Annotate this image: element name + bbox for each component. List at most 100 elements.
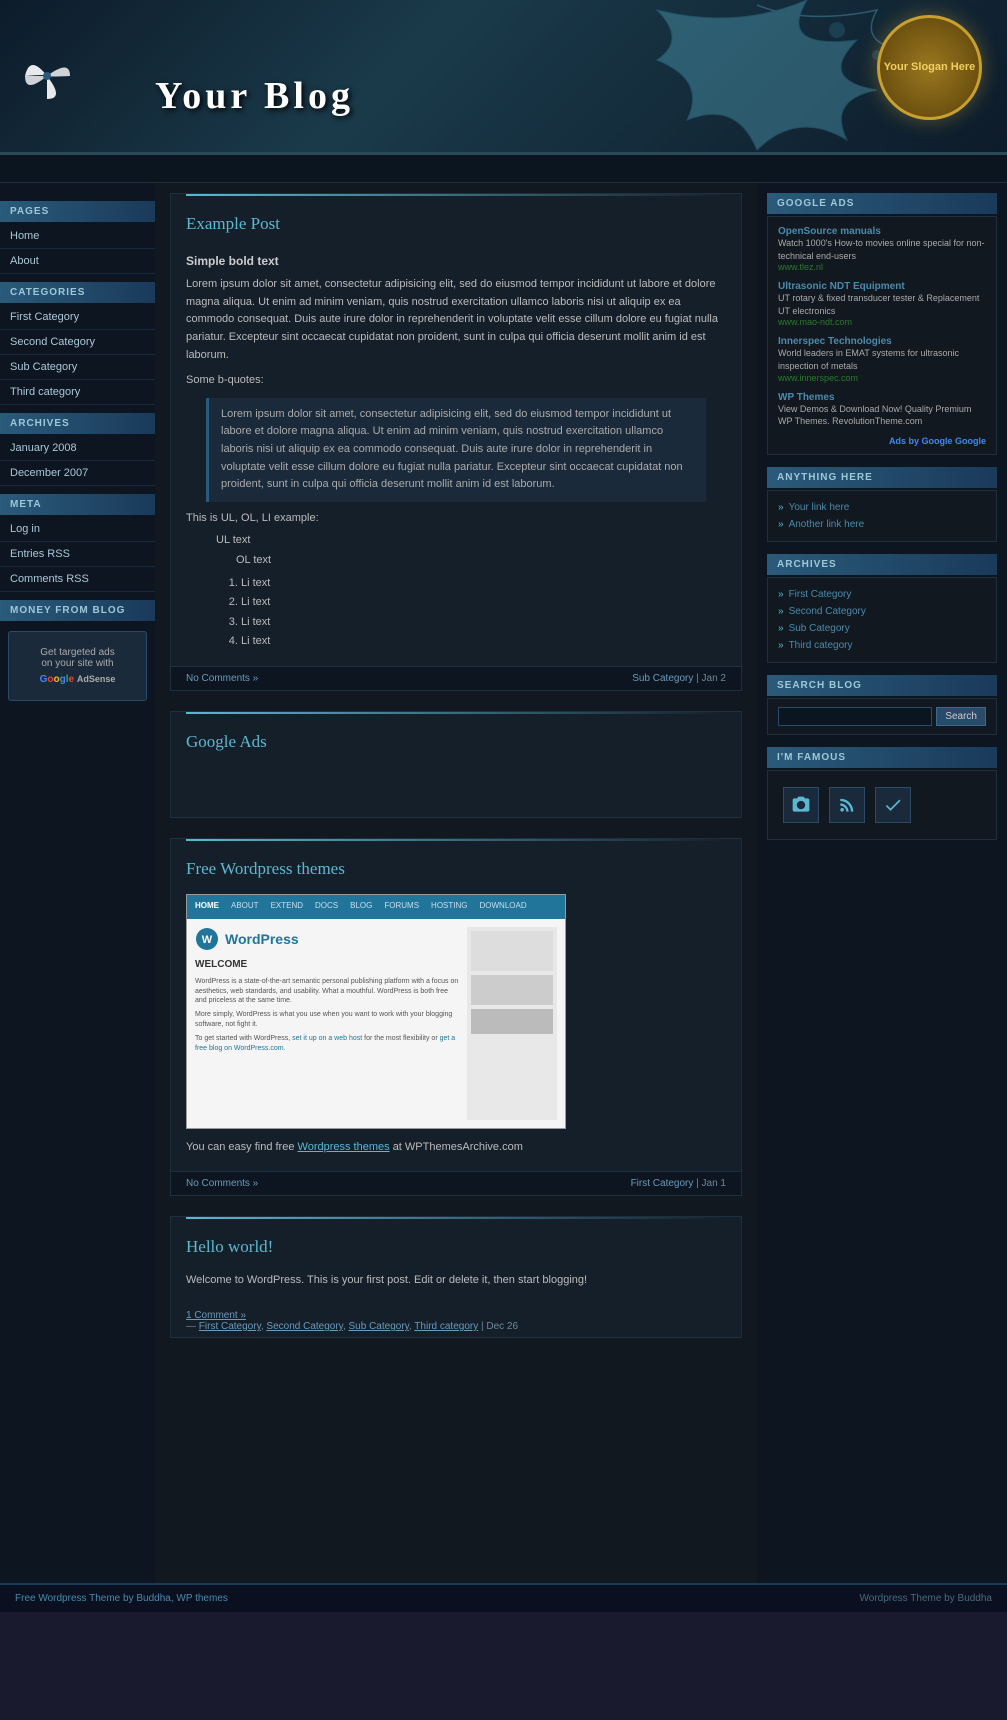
ad-link-2[interactable]: Ultrasonic NDT Equipment <box>778 281 905 292</box>
widget-search-header: SEARCH BLOG <box>767 675 997 696</box>
search-button[interactable]: Search <box>936 707 986 726</box>
wp-themes-link[interactable]: Wordpress themes <box>298 1141 390 1153</box>
sidebar-item-dec-2007[interactable]: December 2007 <box>0 461 155 486</box>
post-tag-second[interactable]: Second Category <box>266 1321 343 1332</box>
post-wp-title[interactable]: Free Wordpress themes <box>171 849 741 884</box>
logo-icon <box>20 49 75 104</box>
site-title: Your Blog <box>85 34 354 118</box>
footer-left: Free Wordpress Theme by Buddha, WP theme… <box>15 1593 228 1604</box>
archive-link-1[interactable]: First Category <box>789 589 852 600</box>
post-wp-content: HOME ABOUT EXTEND DOCS BLOG FORUMS HOSTI… <box>171 884 741 1172</box>
archive-item-3: Sub Category <box>778 620 986 637</box>
widget-google-ads-header: GOOGLE ADS <box>767 193 997 214</box>
sidebar-item-home[interactable]: Home <box>0 224 155 249</box>
post-comments-link[interactable]: No Comments » <box>186 673 258 684</box>
post-google-ads: Google Ads <box>170 711 742 818</box>
post-hw-content: Welcome to WordPress. This is your first… <box>171 1262 741 1305</box>
ad-item-3: Innerspec Technologies World leaders in … <box>778 335 986 382</box>
archives-section-header: ARCHIVES <box>0 413 155 434</box>
sidebar-item-second-category[interactable]: Second Category <box>0 330 155 355</box>
post-category-link[interactable]: Sub Category <box>632 673 693 684</box>
sidebar-item-third-category[interactable]: Third category <box>0 380 155 405</box>
site-header: Your Blog Your Slogan Here <box>0 0 1007 155</box>
post-wp-comments[interactable]: No Comments » <box>186 1178 258 1189</box>
sidebar-item-comments-rss[interactable]: Comments RSS <box>0 567 155 592</box>
archive-link-4[interactable]: Third category <box>789 640 853 651</box>
search-row: Search <box>778 707 986 726</box>
ad-desc-4: View Demos & Download Now! Quality Premi… <box>778 403 986 428</box>
li-item-2: Li text <box>241 594 726 612</box>
ad-link-4[interactable]: WP Themes <box>778 392 835 403</box>
widget-archives: ARCHIVES First Category Second Category … <box>767 554 997 663</box>
archive-link-2[interactable]: Second Category <box>789 606 866 617</box>
widget-search-content: Search <box>767 698 997 735</box>
post-example-title[interactable]: Example Post <box>171 204 741 239</box>
widget-archives-header: ARCHIVES <box>767 554 997 575</box>
post-example-footer: No Comments » Sub Category | Jan 2 <box>171 666 741 690</box>
ad-url-3: www.innerspec.com <box>778 373 986 383</box>
archive-link-3[interactable]: Sub Category <box>789 623 850 634</box>
post-tag-first[interactable]: First Category <box>199 1321 261 1332</box>
ad-link-3[interactable]: Innerspec Technologies <box>778 336 892 347</box>
post-bquotes-label: Some b-quotes: <box>186 372 726 390</box>
post-wp-cat-date: First Category | Jan 1 <box>631 1178 726 1189</box>
post-tag-sub[interactable]: Sub Category <box>349 1321 409 1332</box>
post-ads-title: Google Ads <box>171 722 741 757</box>
ad-item-2: Ultrasonic NDT Equipment UT rotary & fix… <box>778 280 986 327</box>
widget-link-2: Another link here <box>778 516 986 533</box>
ad-url-2: www.mao-ndt.com <box>778 317 986 327</box>
ads-placeholder <box>186 757 726 807</box>
sidebar-item-sub-category[interactable]: Sub Category <box>0 355 155 380</box>
post-body1: Lorem ipsum dolor sit amet, consectetur … <box>186 276 726 364</box>
post-example: Example Post Simple bold text Lorem ipsu… <box>170 193 742 691</box>
main-content: Example Post Simple bold text Lorem ipsu… <box>155 183 757 1583</box>
post-wp-body: You can easy find free Wordpress themes … <box>186 1139 726 1157</box>
sidebar-item-entries-rss[interactable]: Entries RSS <box>0 542 155 567</box>
site-footer: Free Wordpress Theme by Buddha, WP theme… <box>0 1583 1007 1612</box>
widget-famous-content <box>767 770 997 840</box>
widget-link-2-text[interactable]: Another link here <box>789 519 865 530</box>
sidebar-item-about[interactable]: About <box>0 249 155 274</box>
adsense-line2: on your site with <box>17 658 138 669</box>
footer-link[interactable]: Free Wordpress Theme by Buddha, WP theme… <box>15 1593 228 1604</box>
widget-famous-header: I'M FAMOUS <box>767 747 997 768</box>
post-tag-third[interactable]: Third category <box>414 1321 478 1332</box>
sidebar-item-jan-2008[interactable]: January 2008 <box>0 436 155 461</box>
adsense-line1: Get targeted ads <box>17 647 138 658</box>
archive-item-1: First Category <box>778 586 986 603</box>
right-sidebar: GOOGLE ADS OpenSource manuals Watch 1000… <box>757 183 1007 1583</box>
famous-icon-camera[interactable] <box>783 787 819 823</box>
post-hw-tags: 1 Comment » — First Category, Second Cat… <box>171 1305 741 1337</box>
li-item-1: Li text <box>241 575 726 593</box>
footer-right: Wordpress Theme by Buddha <box>860 1593 992 1604</box>
ad-link-1[interactable]: OpenSource manuals <box>778 226 881 237</box>
ol-item: OL text <box>236 552 726 570</box>
ad-desc-1: Watch 1000's How-to movies online specia… <box>778 237 986 262</box>
ad-item-1: OpenSource manuals Watch 1000's How-to m… <box>778 225 986 272</box>
decorative-floral <box>457 0 907 155</box>
categories-section-header: CATEGORIES <box>0 282 155 303</box>
ad-desc-2: UT rotary & fixed transducer tester & Re… <box>778 292 986 317</box>
post-wp-footer: No Comments » First Category | Jan 1 <box>171 1171 741 1195</box>
sidebar-adsense-box[interactable]: Get targeted ads on your site with Googl… <box>8 631 147 701</box>
archive-item-4: Third category <box>778 637 986 654</box>
widget-link-1-text[interactable]: Your link here <box>789 502 850 513</box>
famous-icon-check[interactable] <box>875 787 911 823</box>
widget-google-ads-content: OpenSource manuals Watch 1000's How-to m… <box>767 216 997 455</box>
meta-section-header: META <box>0 494 155 515</box>
sidebar-item-login[interactable]: Log in <box>0 517 155 542</box>
post-category-date: Sub Category | Jan 2 <box>632 673 726 684</box>
search-input[interactable] <box>778 707 932 726</box>
post-wp-category[interactable]: First Category <box>631 1178 694 1189</box>
post-tag-comments[interactable]: 1 Comment » <box>186 1310 246 1321</box>
famous-icon-rss[interactable] <box>829 787 865 823</box>
sidebar-item-first-category[interactable]: First Category <box>0 305 155 330</box>
ad-item-4: WP Themes View Demos & Download Now! Qua… <box>778 391 986 428</box>
svg-text:W: W <box>202 934 213 946</box>
archive-item-2: Second Category <box>778 603 986 620</box>
adsense-brand: Google AdSense <box>17 674 138 685</box>
ads-by-google-label: Ads by Google Google <box>778 436 986 446</box>
widget-search: SEARCH BLOG Search <box>767 675 997 735</box>
post-hw-title[interactable]: Hello world! <box>171 1227 741 1262</box>
famous-icons-row <box>778 779 986 831</box>
